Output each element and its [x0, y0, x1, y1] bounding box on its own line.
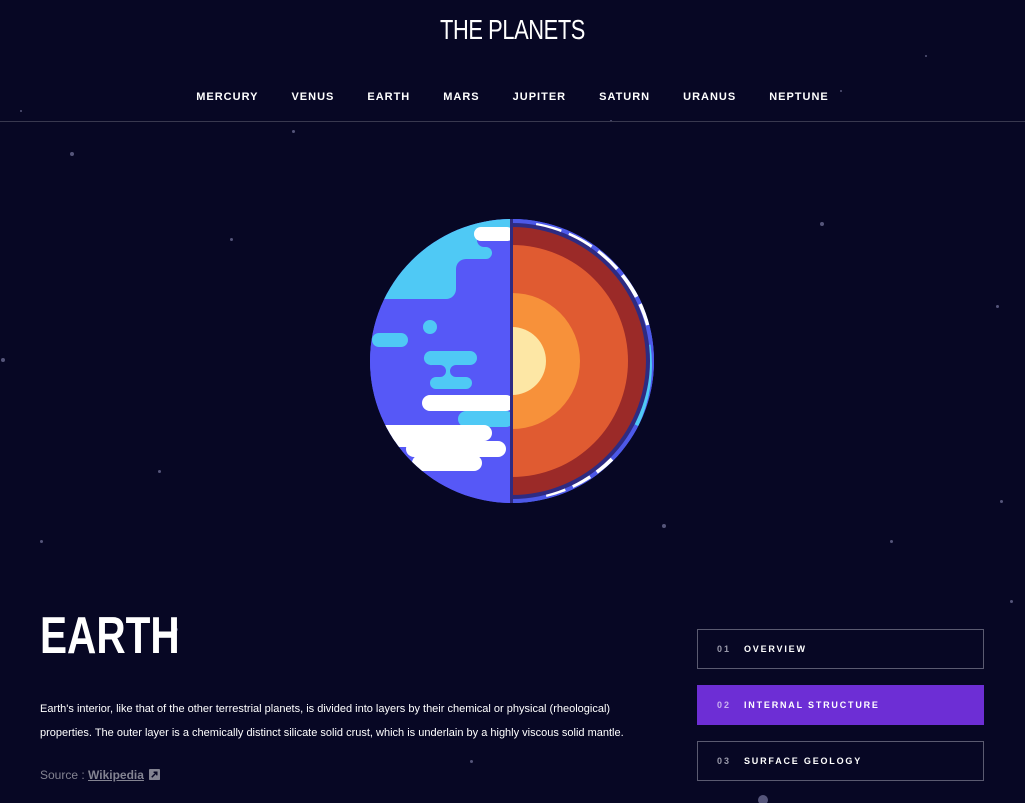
tab-label: INTERNAL STRUCTURE	[744, 700, 880, 710]
nav-item-venus[interactable]: VENUS	[275, 91, 351, 103]
nav-item-mercury[interactable]: MERCURY	[180, 91, 275, 103]
site-header: THE PLANETS MERCURY VENUS EARTH MARS JUP…	[0, 0, 1025, 122]
nav-item-saturn[interactable]: SATURN	[583, 91, 667, 103]
planet-name: EARTH	[40, 607, 180, 665]
tab-label: OVERVIEW	[744, 644, 807, 654]
tab-surface-geology[interactable]: 03 SURFACE GEOLOGY	[697, 741, 984, 781]
external-link-icon[interactable]	[148, 769, 160, 780]
tab-label: SURFACE GEOLOGY	[744, 756, 863, 766]
tab-number: 01	[717, 644, 732, 654]
tab-overview[interactable]: 01 OVERVIEW	[697, 629, 984, 669]
source-line: Source : Wikipedia	[40, 768, 160, 782]
site-logo[interactable]: THE PLANETS	[113, 14, 913, 46]
source-link[interactable]: Wikipedia	[88, 768, 144, 782]
planet-description: Earth's interior, like that of the other…	[40, 703, 624, 739]
nav-item-jupiter[interactable]: JUPITER	[496, 91, 582, 103]
planet-nav: MERCURY VENUS EARTH MARS JUPITER SATURN …	[0, 91, 1025, 103]
tab-number: 03	[717, 756, 732, 766]
nav-item-uranus[interactable]: URANUS	[667, 91, 753, 103]
tab-internal-structure[interactable]: 02 INTERNAL STRUCTURE	[697, 685, 984, 725]
source-label: Source :	[40, 768, 89, 782]
earth-internal-structure-illustration	[366, 215, 658, 507]
nav-item-neptune[interactable]: NEPTUNE	[753, 91, 846, 103]
nav-item-earth[interactable]: EARTH	[351, 91, 427, 103]
tab-number: 02	[717, 700, 732, 710]
nav-item-mars[interactable]: MARS	[427, 91, 496, 103]
